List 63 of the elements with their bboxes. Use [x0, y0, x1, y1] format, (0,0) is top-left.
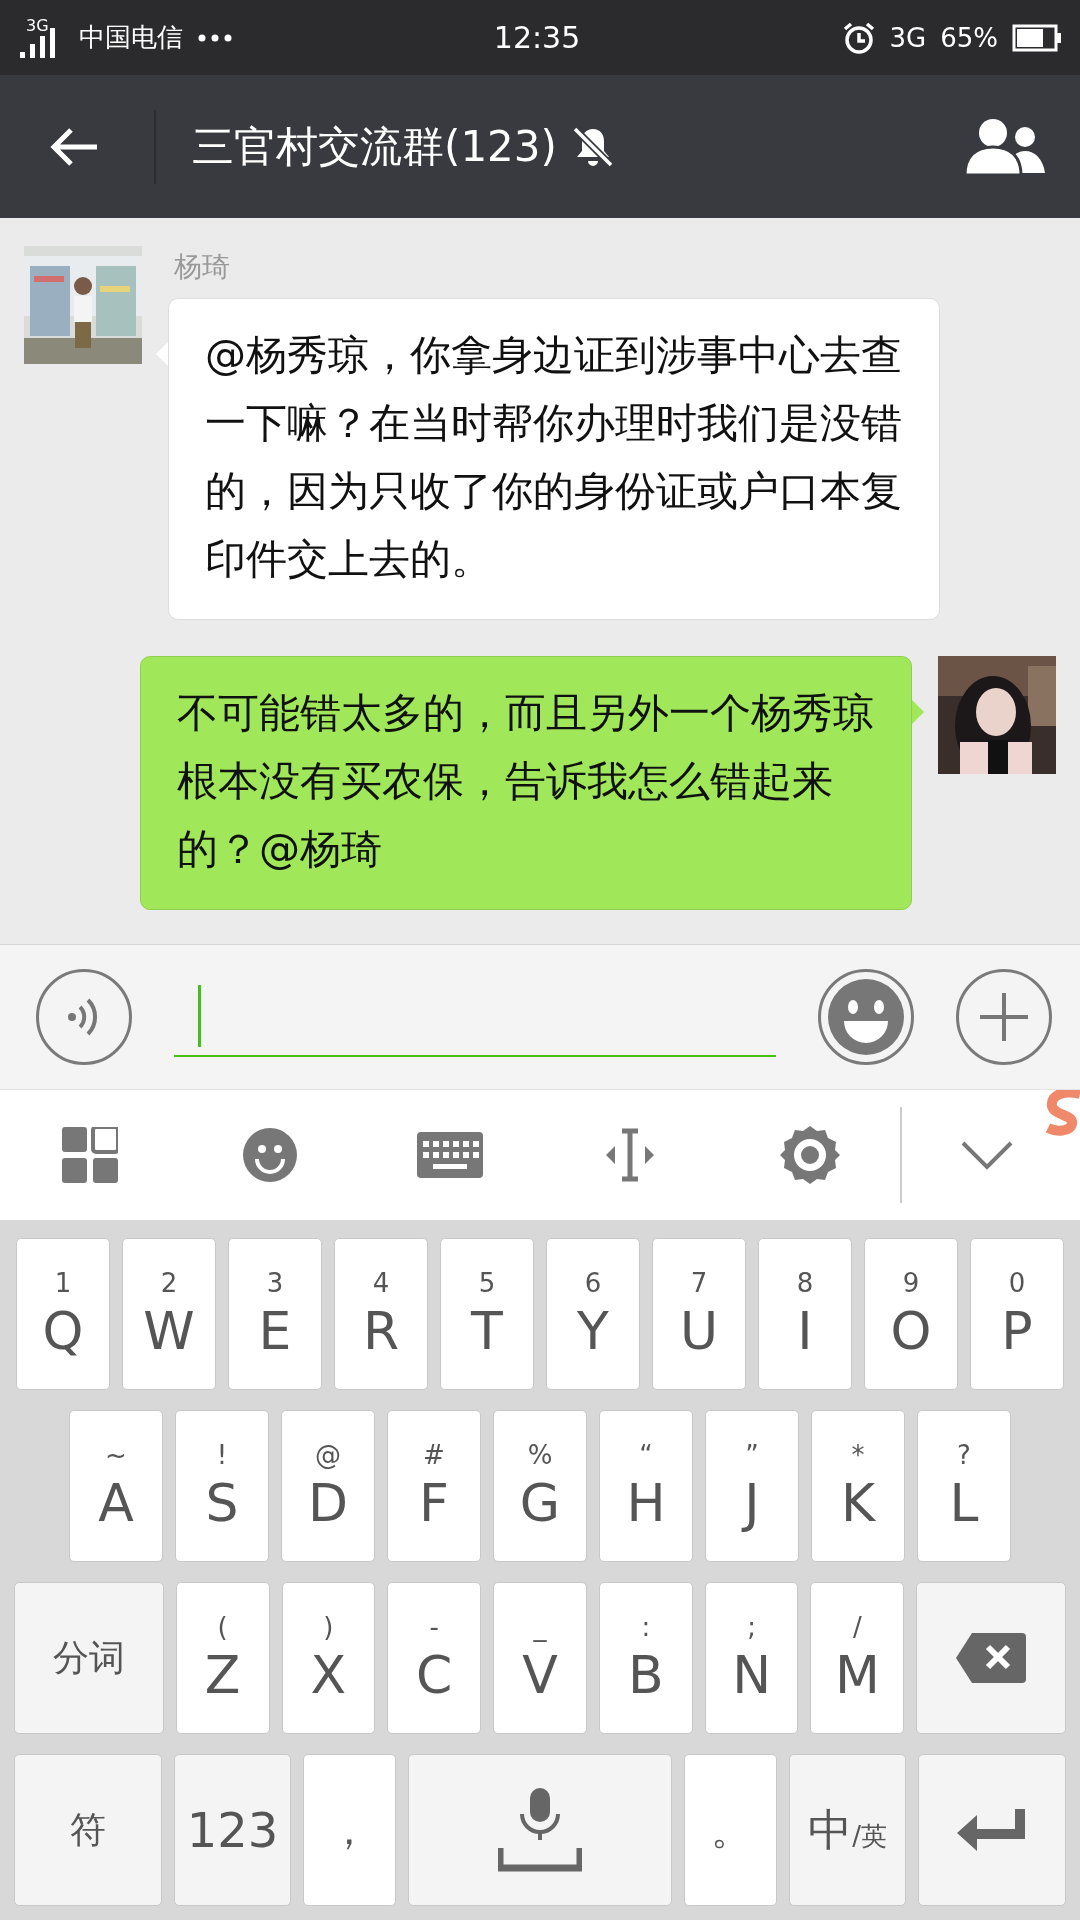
- key[interactable]: ~ A: [69, 1410, 163, 1562]
- group-icon: [963, 116, 1047, 177]
- message-bubble: @杨秀琼，你拿身边证到涉事中心去查一下嘛？在当时帮你办理时我们是没错的，因为只收了你的身份证或户口本复印件交上去的。: [168, 298, 940, 620]
- key[interactable]: 5 T: [440, 1238, 534, 1390]
- key[interactable]: % G: [493, 1410, 587, 1562]
- key[interactable]: “ H: [599, 1410, 693, 1562]
- backspace-key[interactable]: [916, 1582, 1066, 1734]
- bubble-tail: [912, 700, 924, 724]
- key[interactable]: ) X: [281, 1582, 376, 1734]
- key[interactable]: / M: [810, 1582, 905, 1734]
- backspace-icon: [954, 1631, 1029, 1685]
- chat-title: 三官村交流群(123): [192, 120, 557, 173]
- carrier-name: 中国电信: [78, 21, 183, 54]
- key[interactable]: ! S: [175, 1410, 269, 1562]
- bubble-tail: [156, 342, 168, 366]
- microphone-icon: [498, 1788, 582, 1872]
- key[interactable]: ? L: [917, 1410, 1011, 1562]
- key[interactable]: 7 U: [652, 1238, 746, 1390]
- key[interactable]: : B: [598, 1582, 693, 1734]
- key[interactable]: - C: [387, 1582, 482, 1734]
- key[interactable]: 8 I: [758, 1238, 852, 1390]
- keyboard-icon: [417, 1132, 483, 1178]
- network-tag: 3G: [26, 16, 49, 35]
- alarm-icon: [841, 20, 876, 55]
- emoji-button[interactable]: [818, 969, 914, 1065]
- key[interactable]: ( Z: [175, 1582, 270, 1734]
- voice-button[interactable]: [36, 969, 132, 1065]
- key[interactable]: 符: [14, 1754, 163, 1906]
- battery-icon: [1012, 23, 1062, 52]
- key[interactable]: 123: [174, 1754, 291, 1906]
- key[interactable]: 3 E: [228, 1238, 322, 1390]
- back-arrow-icon: [49, 126, 99, 167]
- key[interactable]: ” J: [705, 1410, 799, 1562]
- smiley-icon: [242, 1127, 298, 1183]
- more-icon: [196, 32, 233, 43]
- key[interactable]: * K: [811, 1410, 905, 1562]
- language-key[interactable]: 中/英: [789, 1754, 906, 1906]
- space-key[interactable]: [407, 1754, 673, 1906]
- enter-key[interactable]: [917, 1754, 1066, 1906]
- battery-percent: 65%: [940, 22, 998, 53]
- key[interactable]: _ V: [493, 1582, 587, 1734]
- key[interactable]: 4 R: [334, 1238, 428, 1390]
- key[interactable]: 分词: [14, 1582, 164, 1734]
- smiley-icon: [826, 977, 906, 1057]
- plus-icon: [978, 991, 1030, 1043]
- key[interactable]: 1 Q: [16, 1238, 110, 1390]
- sender-name: 杨琦: [174, 249, 231, 285]
- clock-time: 12:35: [493, 20, 581, 55]
- key[interactable]: 9 O: [864, 1238, 958, 1390]
- key[interactable]: 。: [684, 1754, 778, 1906]
- key[interactable]: # F: [387, 1410, 481, 1562]
- message-bubble: 不可能错太多的，而且另外一个杨秀琼根本没有买农保，告诉我怎么错起来的？@杨琦: [140, 656, 912, 910]
- key[interactable]: ; N: [704, 1582, 799, 1734]
- key[interactable]: 2 W: [122, 1238, 216, 1390]
- network-type: 3G: [889, 22, 927, 53]
- key[interactable]: @ D: [281, 1410, 375, 1562]
- add-button[interactable]: [956, 969, 1052, 1065]
- key[interactable]: ，: [302, 1754, 396, 1906]
- key[interactable]: 0 P: [970, 1238, 1064, 1390]
- key[interactable]: 6 Y: [546, 1238, 640, 1390]
- grid-icon: [62, 1127, 118, 1183]
- settings-icon: [779, 1124, 841, 1186]
- chevron-down-icon: [960, 1140, 1014, 1170]
